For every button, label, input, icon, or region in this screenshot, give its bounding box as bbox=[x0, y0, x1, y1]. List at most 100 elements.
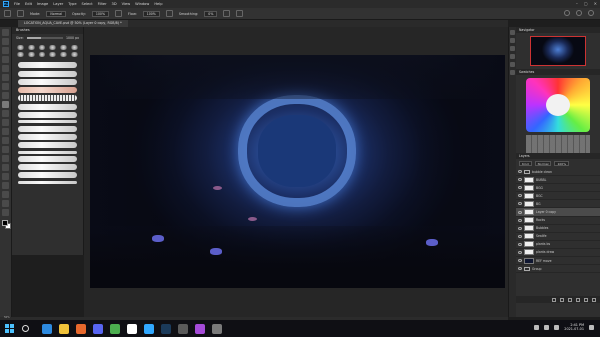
layer-row[interactable]: BGC bbox=[516, 192, 600, 201]
new-layer-icon[interactable] bbox=[584, 297, 588, 302]
layer-row[interactable]: plants draw bbox=[516, 249, 600, 258]
opacity-field[interactable]: 100% bbox=[91, 10, 109, 17]
menu-image[interactable]: Image bbox=[37, 2, 48, 6]
artwork-canvas[interactable] bbox=[90, 55, 505, 288]
search-icon[interactable] bbox=[22, 325, 29, 332]
notes-app-icon[interactable] bbox=[127, 323, 137, 334]
marquee-tool-icon[interactable] bbox=[2, 38, 9, 45]
menu-edit[interactable]: Edit bbox=[25, 2, 32, 6]
share-icon[interactable] bbox=[588, 10, 594, 16]
brush-stroke-preview[interactable] bbox=[18, 70, 77, 77]
visibility-eye-icon[interactable] bbox=[518, 250, 522, 254]
properties-panel-icon[interactable] bbox=[510, 38, 515, 43]
layer-kind-filter[interactable]: Kind bbox=[519, 161, 532, 166]
menu-layer[interactable]: Layer bbox=[53, 2, 63, 6]
zoom-tool-icon[interactable] bbox=[2, 209, 9, 216]
brush-stroke-preview[interactable] bbox=[18, 103, 77, 110]
app-app-icon[interactable] bbox=[212, 323, 222, 334]
layer-style-icon[interactable] bbox=[560, 297, 564, 302]
brush-tip[interactable] bbox=[37, 52, 47, 57]
chrome-app-icon[interactable] bbox=[110, 323, 120, 334]
paragraph-panel-icon[interactable] bbox=[510, 62, 515, 67]
mode-select[interactable]: Normal bbox=[46, 10, 66, 17]
quick-select-tool-icon[interactable] bbox=[2, 56, 9, 63]
symmetry-icon[interactable] bbox=[236, 10, 244, 17]
path-selection-tool-icon[interactable] bbox=[2, 182, 9, 189]
move-tool-icon[interactable] bbox=[2, 29, 9, 36]
visibility-eye-icon[interactable] bbox=[518, 218, 522, 222]
dodge-tool-icon[interactable] bbox=[2, 155, 9, 162]
layer-row[interactable]: REF move bbox=[516, 257, 600, 266]
menu-window[interactable]: Window bbox=[135, 2, 149, 6]
brush-tip[interactable] bbox=[37, 45, 47, 50]
visibility-eye-icon[interactable] bbox=[518, 178, 522, 182]
close-icon[interactable]: ✕ bbox=[594, 1, 597, 6]
menu-type[interactable]: Type bbox=[68, 2, 76, 6]
discord-app-icon[interactable] bbox=[93, 323, 103, 334]
brush-stroke-preview-selected[interactable] bbox=[18, 87, 77, 94]
brush-stroke-preview[interactable] bbox=[18, 133, 77, 140]
brush-stroke-preview[interactable] bbox=[18, 112, 77, 119]
notifications-icon[interactable] bbox=[589, 324, 594, 330]
frame-tool-icon[interactable] bbox=[2, 74, 9, 81]
history-panel-icon[interactable] bbox=[510, 30, 515, 35]
menu-help[interactable]: Help bbox=[154, 2, 162, 6]
menu-filter[interactable]: Filter bbox=[98, 2, 107, 6]
firefox-app-icon[interactable] bbox=[76, 323, 86, 334]
edge-app-icon[interactable] bbox=[42, 323, 52, 334]
volume-icon[interactable] bbox=[544, 324, 550, 330]
visibility-eye-icon[interactable] bbox=[518, 186, 522, 190]
brush-stroke-preview[interactable] bbox=[18, 95, 77, 102]
menu-view[interactable]: View bbox=[122, 2, 131, 6]
new-group-icon[interactable] bbox=[576, 297, 580, 302]
swatch-grid[interactable] bbox=[526, 135, 590, 153]
brush-tip[interactable] bbox=[70, 45, 79, 50]
brush-tip[interactable] bbox=[48, 45, 58, 50]
visibility-eye-icon[interactable] bbox=[518, 267, 522, 271]
workspace-icon[interactable] bbox=[576, 10, 582, 16]
rectangle-tool-icon[interactable] bbox=[2, 191, 9, 198]
layer-row[interactable]: Bubbles bbox=[516, 225, 600, 233]
layer-row[interactable]: Sealife bbox=[516, 233, 600, 241]
layer-row[interactable]: Rocks bbox=[516, 217, 600, 225]
pen-tool-icon[interactable] bbox=[2, 164, 9, 171]
brush-settings-icon[interactable] bbox=[17, 10, 24, 17]
brush-tip[interactable] bbox=[59, 45, 69, 50]
steam-app-icon[interactable] bbox=[161, 323, 171, 334]
navigator-title[interactable]: Navigator bbox=[516, 27, 600, 33]
file-explorer-app-icon[interactable] bbox=[59, 323, 69, 334]
visibility-eye-icon[interactable] bbox=[518, 210, 522, 214]
layer-row[interactable]: BG bbox=[516, 200, 600, 209]
smoothing-options-icon[interactable] bbox=[223, 10, 231, 17]
brush-stroke-preview[interactable] bbox=[18, 125, 77, 132]
brush-tip[interactable] bbox=[59, 52, 69, 57]
pressure-opacity-icon[interactable] bbox=[115, 10, 122, 17]
layer-row[interactable]: Layer 0 copy bbox=[516, 208, 600, 217]
brush-size-value[interactable]: 1000 px bbox=[66, 36, 79, 40]
menu-select[interactable]: Select bbox=[82, 2, 93, 6]
link-layers-icon[interactable] bbox=[552, 297, 556, 302]
layer-row[interactable]: bubble clean bbox=[516, 168, 600, 177]
brush-stroke-preview[interactable] bbox=[18, 172, 77, 179]
eraser-tool-icon[interactable] bbox=[2, 128, 9, 135]
hand-tool-icon[interactable] bbox=[2, 200, 9, 207]
brush-stroke-preview[interactable] bbox=[18, 142, 77, 149]
brush-tip[interactable] bbox=[16, 45, 25, 50]
minimize-icon[interactable]: – bbox=[576, 1, 578, 6]
type-tool-icon[interactable] bbox=[2, 173, 9, 180]
visibility-eye-icon[interactable] bbox=[518, 170, 522, 174]
layer-row[interactable]: Group bbox=[516, 265, 600, 274]
menu-3d[interactable]: 3D bbox=[112, 2, 117, 6]
adjustments-panel-icon[interactable] bbox=[510, 46, 515, 51]
brush-tip[interactable] bbox=[48, 52, 58, 57]
windows-start-icon[interactable] bbox=[5, 324, 14, 333]
layer-row[interactable]: BUBBL bbox=[516, 176, 600, 185]
crop-tool-icon[interactable] bbox=[2, 65, 9, 72]
brush-stroke-preview[interactable] bbox=[18, 150, 77, 154]
visibility-eye-icon[interactable] bbox=[518, 234, 522, 238]
clock[interactable]: 2:41 PM 2021-07-01 bbox=[564, 323, 584, 332]
navigator-thumbnail[interactable] bbox=[530, 36, 586, 66]
clone-stamp-tool-icon[interactable] bbox=[2, 110, 9, 117]
layer-row[interactable]: plants bs bbox=[516, 241, 600, 249]
brush-stroke-preview[interactable] bbox=[18, 164, 77, 171]
